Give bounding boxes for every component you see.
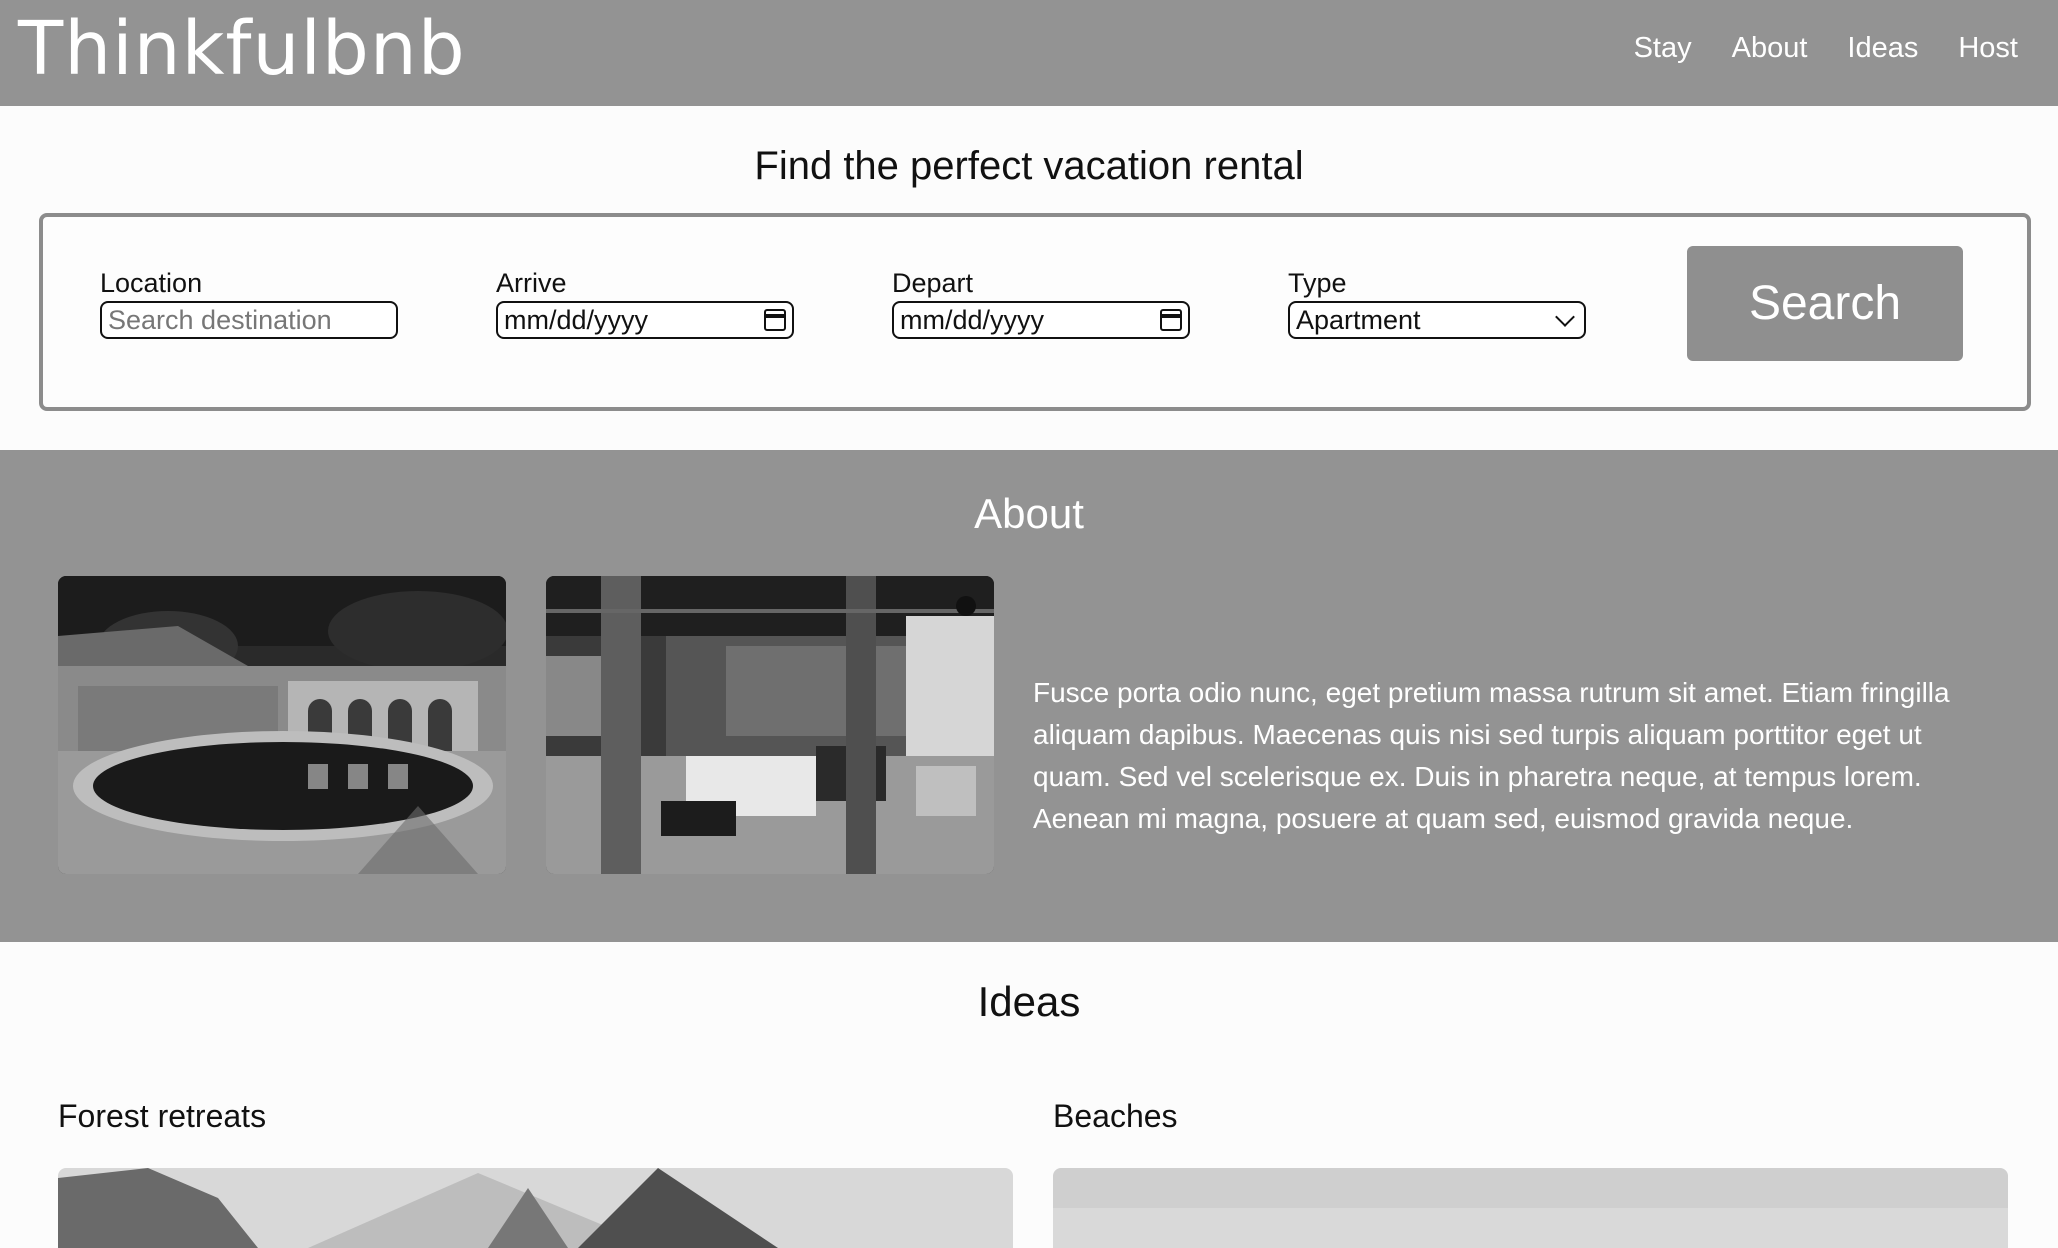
idea-label-beaches[interactable]: Beaches <box>1053 1098 1178 1135</box>
about-section: About Fusce porta odio nunc, eget pretiu… <box>0 450 2058 942</box>
chevron-down-icon <box>1555 307 1575 327</box>
villa-pool-photo <box>58 576 506 874</box>
calendar-icon[interactable] <box>764 309 786 331</box>
location-label: Location <box>100 268 203 298</box>
forest-retreats-image <box>58 1168 1013 1248</box>
loft-bedroom-image <box>546 576 994 874</box>
arrive-date-input[interactable]: mm/dd/yyyy <box>496 301 794 339</box>
nav-link-ideas[interactable]: Ideas <box>1847 32 1918 65</box>
depart-date-value: mm/dd/yyyy <box>900 304 1045 335</box>
main-nav: Stay About Ideas Host <box>1634 32 2018 65</box>
type-label: Type <box>1288 268 1347 298</box>
idea-label-forest-retreats[interactable]: Forest retreats <box>58 1098 266 1135</box>
location-input[interactable] <box>100 301 398 339</box>
depart-date-input[interactable]: mm/dd/yyyy <box>892 301 1190 339</box>
depart-label: Depart <box>892 268 974 298</box>
nav-link-about[interactable]: About <box>1732 32 1808 65</box>
nav-link-stay[interactable]: Stay <box>1634 32 1692 65</box>
forest-retreats-photo[interactable] <box>58 1168 1013 1248</box>
ideas-heading: Ideas <box>977 978 1081 1025</box>
site-header: Thinkfulbnb Stay About Ideas Host <box>0 0 2058 106</box>
search-button[interactable]: Search <box>1687 246 1963 361</box>
loft-bedroom-photo <box>546 576 994 874</box>
calendar-icon[interactable] <box>1160 309 1182 331</box>
villa-pool-image <box>58 576 506 874</box>
type-select-value: Apartment <box>1296 304 1421 335</box>
search-form: Location Arrive mm/dd/yyyy Depart mm/dd/… <box>39 213 2031 411</box>
beaches-image <box>1053 1168 2008 1248</box>
location-field-group: Location <box>100 267 398 339</box>
site-logo[interactable]: Thinkfulbnb <box>18 4 466 94</box>
arrive-date-value: mm/dd/yyyy <box>504 304 649 335</box>
beaches-photo[interactable] <box>1053 1168 2008 1248</box>
depart-field-group: Depart mm/dd/yyyy <box>892 267 1190 339</box>
search-heading: Find the perfect vacation rental <box>754 144 1304 188</box>
type-select[interactable]: Apartment <box>1288 301 1586 339</box>
arrive-field-group: Arrive mm/dd/yyyy <box>496 267 794 339</box>
about-description: Fusce porta odio nunc, eget pretium mass… <box>1033 677 1950 834</box>
about-heading: About <box>974 490 1084 537</box>
nav-link-host[interactable]: Host <box>1958 32 2018 65</box>
type-field-group: Type Apartment <box>1288 267 1586 339</box>
arrive-label: Arrive <box>496 268 567 298</box>
